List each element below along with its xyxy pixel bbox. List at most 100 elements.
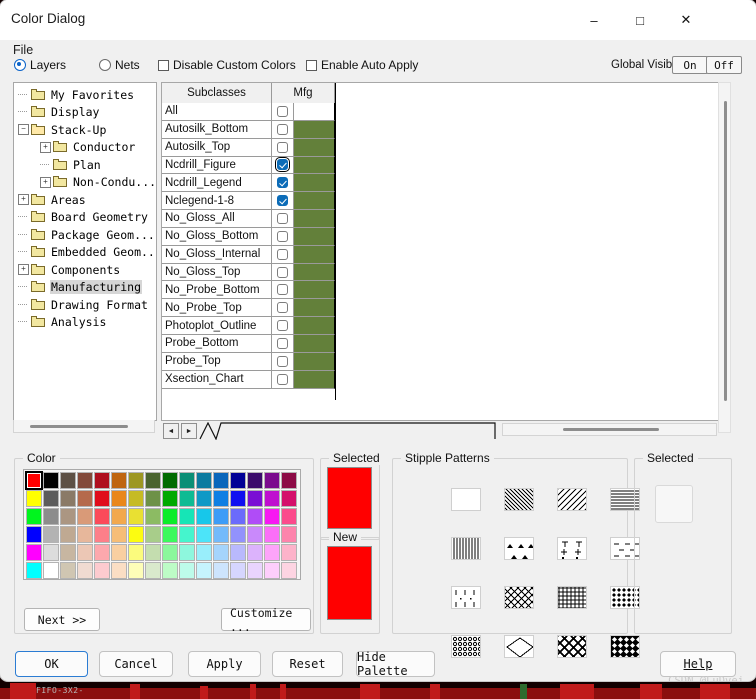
tree-expand-icon[interactable]: + <box>18 264 29 276</box>
table-row[interactable]: All <box>162 103 335 121</box>
checkbox-disable-custom-colors[interactable]: Disable Custom Colors <box>158 58 296 72</box>
table-row[interactable]: Ncdrill_Legend <box>162 174 335 193</box>
color-swatch[interactable] <box>162 508 178 525</box>
mfg-color-swatch[interactable] <box>294 210 335 228</box>
stipple-triangles[interactable] <box>504 536 534 560</box>
checkbox-icon[interactable] <box>277 266 288 278</box>
stipple-diagonal-lines-right-wide[interactable] <box>557 487 587 511</box>
mfg-color-swatch[interactable] <box>294 156 335 175</box>
color-swatch[interactable] <box>77 508 93 525</box>
tree-item-non-condu[interactable]: + Non-Condu... <box>14 174 156 192</box>
tree-item-stack-up[interactable]: − Stack-Up <box>14 121 156 139</box>
color-swatch[interactable] <box>162 490 178 507</box>
color-swatch[interactable] <box>162 526 178 543</box>
mfg-checkbox-cell[interactable] <box>272 281 294 300</box>
color-swatch[interactable] <box>145 508 161 525</box>
color-swatch[interactable] <box>247 472 263 489</box>
color-swatch[interactable] <box>264 562 280 579</box>
color-swatch[interactable] <box>179 472 195 489</box>
checkbox-icon[interactable] <box>277 105 288 117</box>
color-swatch[interactable] <box>111 544 127 561</box>
color-swatch[interactable] <box>145 526 161 543</box>
mfg-checkbox-cell[interactable] <box>272 352 294 371</box>
color-swatch[interactable] <box>145 472 161 489</box>
mfg-color-swatch[interactable] <box>294 174 335 193</box>
color-swatch[interactable] <box>213 508 229 525</box>
color-swatch[interactable] <box>128 526 144 543</box>
color-swatch[interactable] <box>43 526 59 543</box>
color-swatch[interactable] <box>196 562 212 579</box>
table-row[interactable]: Autosilk_Top <box>162 138 335 157</box>
color-swatch[interactable] <box>128 508 144 525</box>
mfg-checkbox-cell[interactable] <box>272 227 294 246</box>
color-swatch[interactable] <box>196 490 212 507</box>
tree-item-components[interactable]: + Components <box>14 261 156 279</box>
close-icon[interactable]: ✕ <box>663 0 709 40</box>
color-swatch[interactable] <box>213 472 229 489</box>
color-swatch[interactable] <box>60 544 76 561</box>
color-swatch[interactable] <box>60 490 76 507</box>
mfg-color-swatch[interactable] <box>294 352 335 371</box>
tree-item-conductor[interactable]: + Conductor <box>14 139 156 157</box>
mfg-checkbox-cell[interactable] <box>272 103 294 121</box>
reset-button[interactable]: Reset <box>272 651 343 677</box>
color-swatch[interactable] <box>77 562 93 579</box>
mfg-checkbox-cell[interactable] <box>272 317 294 335</box>
hide-palette-button[interactable]: Hide Palette <box>356 650 435 678</box>
color-swatch[interactable] <box>26 544 42 561</box>
color-swatch[interactable] <box>264 526 280 543</box>
color-swatch[interactable] <box>247 544 263 561</box>
color-swatch[interactable] <box>281 490 297 507</box>
color-swatch[interactable] <box>213 490 229 507</box>
color-swatch[interactable] <box>264 472 280 489</box>
bottom-scroll-thumb[interactable] <box>563 428 659 431</box>
tree-expand-icon[interactable]: + <box>18 194 29 206</box>
mfg-checkbox-cell[interactable] <box>272 245 294 264</box>
right-vertical-scrollbar[interactable] <box>718 82 731 433</box>
global-visibility-on-button[interactable]: On <box>672 56 708 74</box>
stipple-plus-tee-marks[interactable] <box>557 536 587 560</box>
mfg-color-swatch[interactable] <box>294 138 335 157</box>
color-swatch[interactable] <box>111 508 127 525</box>
color-swatch[interactable] <box>247 490 263 507</box>
tree-expand-icon[interactable]: + <box>40 176 51 188</box>
color-swatch[interactable] <box>43 544 59 561</box>
table-row[interactable]: No_Probe_Top <box>162 299 335 318</box>
color-swatch[interactable] <box>111 472 127 489</box>
checkbox-icon[interactable] <box>275 157 290 173</box>
color-swatch[interactable] <box>230 490 246 507</box>
tree-item-display[interactable]: Display <box>14 104 156 122</box>
color-swatch[interactable] <box>264 544 280 561</box>
subclass-table[interactable]: Subclasses Mfg All Autosilk_Bottom Autosil… <box>161 82 719 421</box>
stipple-cross-hatch-wide[interactable] <box>504 585 534 609</box>
color-swatch[interactable] <box>247 562 263 579</box>
color-swatch[interactable] <box>94 562 110 579</box>
mfg-color-swatch[interactable] <box>294 192 335 211</box>
color-swatch[interactable] <box>25 471 43 490</box>
color-swatch[interactable] <box>77 526 93 543</box>
right-scroll-thumb[interactable] <box>724 101 727 401</box>
color-swatch[interactable] <box>230 544 246 561</box>
checkbox-icon[interactable] <box>277 248 288 260</box>
tab-shape[interactable] <box>199 422 496 440</box>
mfg-checkbox-cell[interactable] <box>272 192 294 211</box>
table-row[interactable]: Probe_Bottom <box>162 334 335 353</box>
table-row[interactable]: No_Gloss_Top <box>162 263 335 282</box>
color-swatch[interactable] <box>26 562 42 579</box>
tree-item-package-geom[interactable]: Package Geom... <box>14 226 156 244</box>
checkbox-icon[interactable] <box>277 177 288 189</box>
color-swatch[interactable] <box>94 526 110 543</box>
stipple-dash-dot-ticks[interactable] <box>451 585 481 609</box>
mfg-color-swatch[interactable] <box>294 227 335 246</box>
color-swatch[interactable] <box>264 508 280 525</box>
color-swatch[interactable] <box>43 490 59 507</box>
table-row[interactable]: No_Probe_Bottom <box>162 281 335 300</box>
checkbox-icon[interactable] <box>277 355 288 367</box>
apply-button[interactable]: Apply <box>188 651 261 677</box>
mfg-checkbox-cell[interactable] <box>272 120 294 139</box>
mfg-color-swatch[interactable] <box>294 299 335 318</box>
mfg-color-swatch[interactable] <box>294 263 335 282</box>
color-swatch[interactable] <box>230 562 246 579</box>
tree-horizontal-scrollbar[interactable] <box>13 420 155 433</box>
table-row[interactable]: Photoplot_Outline <box>162 317 335 335</box>
